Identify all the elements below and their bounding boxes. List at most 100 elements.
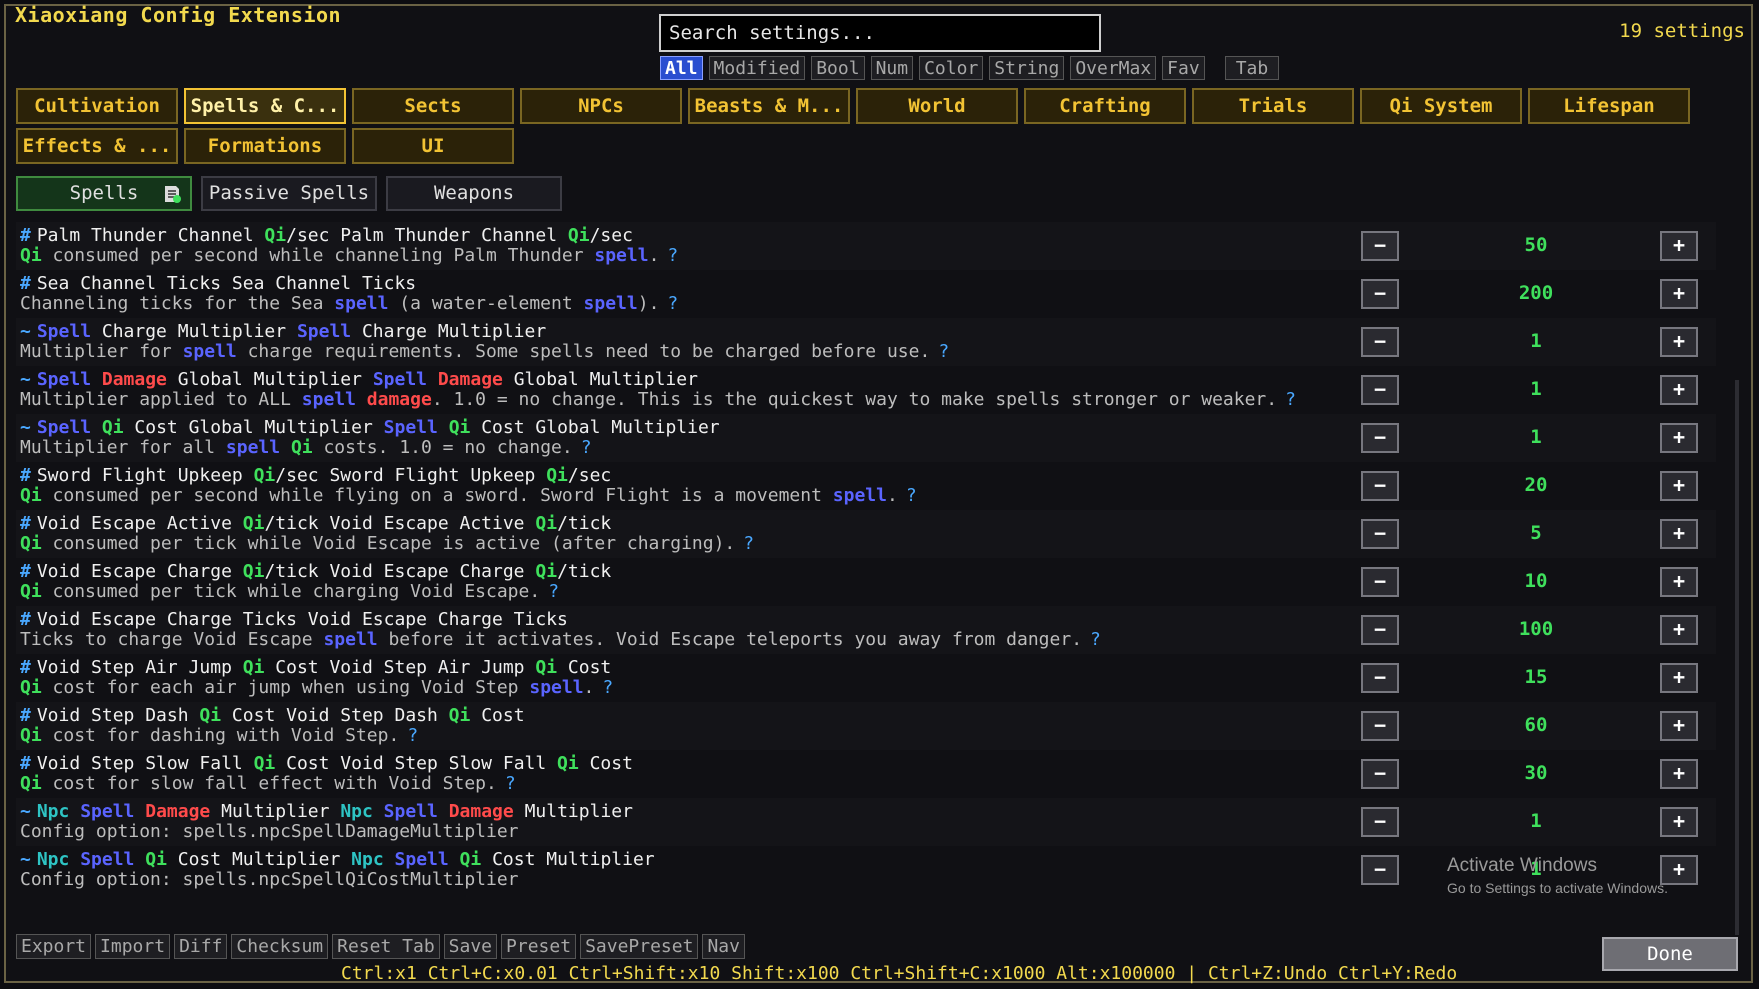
decrement-button[interactable]: −: [1361, 327, 1399, 357]
search-input[interactable]: [659, 14, 1101, 52]
increment-button[interactable]: +: [1660, 567, 1698, 597]
decrement-button[interactable]: −: [1361, 375, 1399, 405]
help-icon[interactable]: ?: [407, 725, 418, 746]
import-button[interactable]: Import: [95, 934, 171, 959]
checksum-button[interactable]: Checksum: [231, 934, 329, 959]
setting-title-segment: Damage: [145, 801, 211, 822]
setting-title-segment: Sea Channel Ticks Sea Channel Ticks: [36, 273, 417, 294]
tab-formations[interactable]: Formations: [184, 128, 346, 164]
setting-value[interactable]: 100: [1446, 618, 1626, 640]
setting-description: Multiplier for spell charge requirements…: [20, 341, 949, 362]
setting-value[interactable]: 1: [1446, 330, 1626, 352]
filter-string[interactable]: String: [989, 56, 1065, 80]
increment-button[interactable]: +: [1660, 231, 1698, 261]
setting-value[interactable]: 30: [1446, 762, 1626, 784]
increment-button[interactable]: +: [1660, 327, 1698, 357]
increment-button[interactable]: +: [1660, 375, 1698, 405]
decrement-button[interactable]: −: [1361, 711, 1399, 741]
done-button[interactable]: Done: [1602, 937, 1738, 971]
decrement-button[interactable]: −: [1361, 471, 1399, 501]
setting-value[interactable]: 60: [1446, 714, 1626, 736]
tab-effects[interactable]: Effects & ...: [16, 128, 178, 164]
setting-type-marker: #: [20, 513, 31, 534]
setting-title-segment: Qi: [101, 417, 124, 438]
increment-button[interactable]: +: [1660, 423, 1698, 453]
help-icon[interactable]: ?: [667, 245, 678, 266]
help-icon[interactable]: ?: [602, 677, 613, 698]
help-icon[interactable]: ?: [938, 341, 949, 362]
reset-tab-button[interactable]: Reset Tab: [332, 934, 440, 959]
increment-button[interactable]: +: [1660, 471, 1698, 501]
tab-npcs[interactable]: NPCs: [520, 88, 682, 124]
setting-title-segment: Qi: [459, 849, 482, 870]
subtab-spells[interactable]: Spells: [16, 176, 192, 211]
increment-button[interactable]: +: [1660, 807, 1698, 837]
decrement-button[interactable]: −: [1361, 615, 1399, 645]
filter-all[interactable]: All: [660, 56, 703, 80]
tab-qi-system[interactable]: Qi System: [1360, 88, 1522, 124]
decrement-button[interactable]: −: [1361, 231, 1399, 261]
help-icon[interactable]: ?: [743, 533, 754, 554]
decrement-button[interactable]: −: [1361, 567, 1399, 597]
setting-value[interactable]: 1: [1446, 426, 1626, 448]
decrement-button[interactable]: −: [1361, 519, 1399, 549]
save-button[interactable]: Save: [443, 934, 498, 959]
help-icon[interactable]: ?: [581, 437, 592, 458]
tab-sects[interactable]: Sects: [352, 88, 514, 124]
export-button[interactable]: Export: [16, 934, 92, 959]
setting-description-segment: (a water-element: [388, 293, 584, 314]
save-preset-button[interactable]: SavePreset: [580, 934, 699, 959]
setting-value[interactable]: 1: [1446, 378, 1626, 400]
diff-button[interactable]: Diff: [174, 934, 228, 959]
filter-num[interactable]: Num: [870, 56, 914, 80]
setting-value[interactable]: 50: [1446, 234, 1626, 256]
nav-button[interactable]: Nav: [702, 934, 745, 959]
tab-cultivation[interactable]: Cultivation: [16, 88, 178, 124]
increment-button[interactable]: +: [1660, 519, 1698, 549]
tab-lifespan[interactable]: Lifespan: [1528, 88, 1690, 124]
filter-fav[interactable]: Fav: [1162, 56, 1205, 80]
subtab-weapons[interactable]: Weapons: [386, 176, 562, 211]
setting-title-segment: Damage: [437, 369, 503, 390]
subtab-spells-label: Spells: [69, 182, 139, 204]
setting-title-segment: Cost: [470, 705, 525, 726]
tab-ui[interactable]: UI: [352, 128, 514, 164]
help-icon[interactable]: ?: [1090, 629, 1101, 650]
help-icon[interactable]: ?: [505, 773, 516, 794]
setting-value[interactable]: 20: [1446, 474, 1626, 496]
help-icon[interactable]: ?: [906, 485, 917, 506]
setting-value[interactable]: 10: [1446, 570, 1626, 592]
increment-button[interactable]: +: [1660, 279, 1698, 309]
filter-modified[interactable]: Modified: [708, 56, 806, 80]
scrollbar[interactable]: [1735, 380, 1739, 935]
increment-button[interactable]: +: [1660, 759, 1698, 789]
setting-value[interactable]: 200: [1446, 282, 1626, 304]
decrement-button[interactable]: −: [1361, 855, 1399, 885]
decrement-button[interactable]: −: [1361, 663, 1399, 693]
setting-title-segment: Cost Multiplier: [166, 849, 352, 870]
setting-value[interactable]: 5: [1446, 522, 1626, 544]
help-icon[interactable]: ?: [1285, 389, 1296, 410]
decrement-button[interactable]: −: [1361, 759, 1399, 789]
tab-beasts[interactable]: Beasts & M...: [688, 88, 850, 124]
decrement-button[interactable]: −: [1361, 423, 1399, 453]
setting-value[interactable]: 15: [1446, 666, 1626, 688]
tab-trials[interactable]: Trials: [1192, 88, 1354, 124]
subtab-passive-spells[interactable]: Passive Spells: [201, 176, 377, 211]
help-icon[interactable]: ?: [667, 293, 678, 314]
increment-button[interactable]: +: [1660, 615, 1698, 645]
filter-bool[interactable]: Bool: [811, 56, 865, 80]
help-icon[interactable]: ?: [548, 581, 559, 602]
filter-tab[interactable]: Tab: [1224, 56, 1280, 80]
filter-overmax[interactable]: OverMax: [1070, 56, 1157, 80]
tab-crafting[interactable]: Crafting: [1024, 88, 1186, 124]
increment-button[interactable]: +: [1660, 711, 1698, 741]
tab-spells-combat[interactable]: Spells & C...: [184, 88, 346, 124]
preset-button[interactable]: Preset: [501, 934, 577, 959]
tab-world[interactable]: World: [856, 88, 1018, 124]
decrement-button[interactable]: −: [1361, 279, 1399, 309]
increment-button[interactable]: +: [1660, 663, 1698, 693]
decrement-button[interactable]: −: [1361, 807, 1399, 837]
filter-color[interactable]: Color: [919, 56, 984, 80]
setting-value[interactable]: 1: [1446, 810, 1626, 832]
